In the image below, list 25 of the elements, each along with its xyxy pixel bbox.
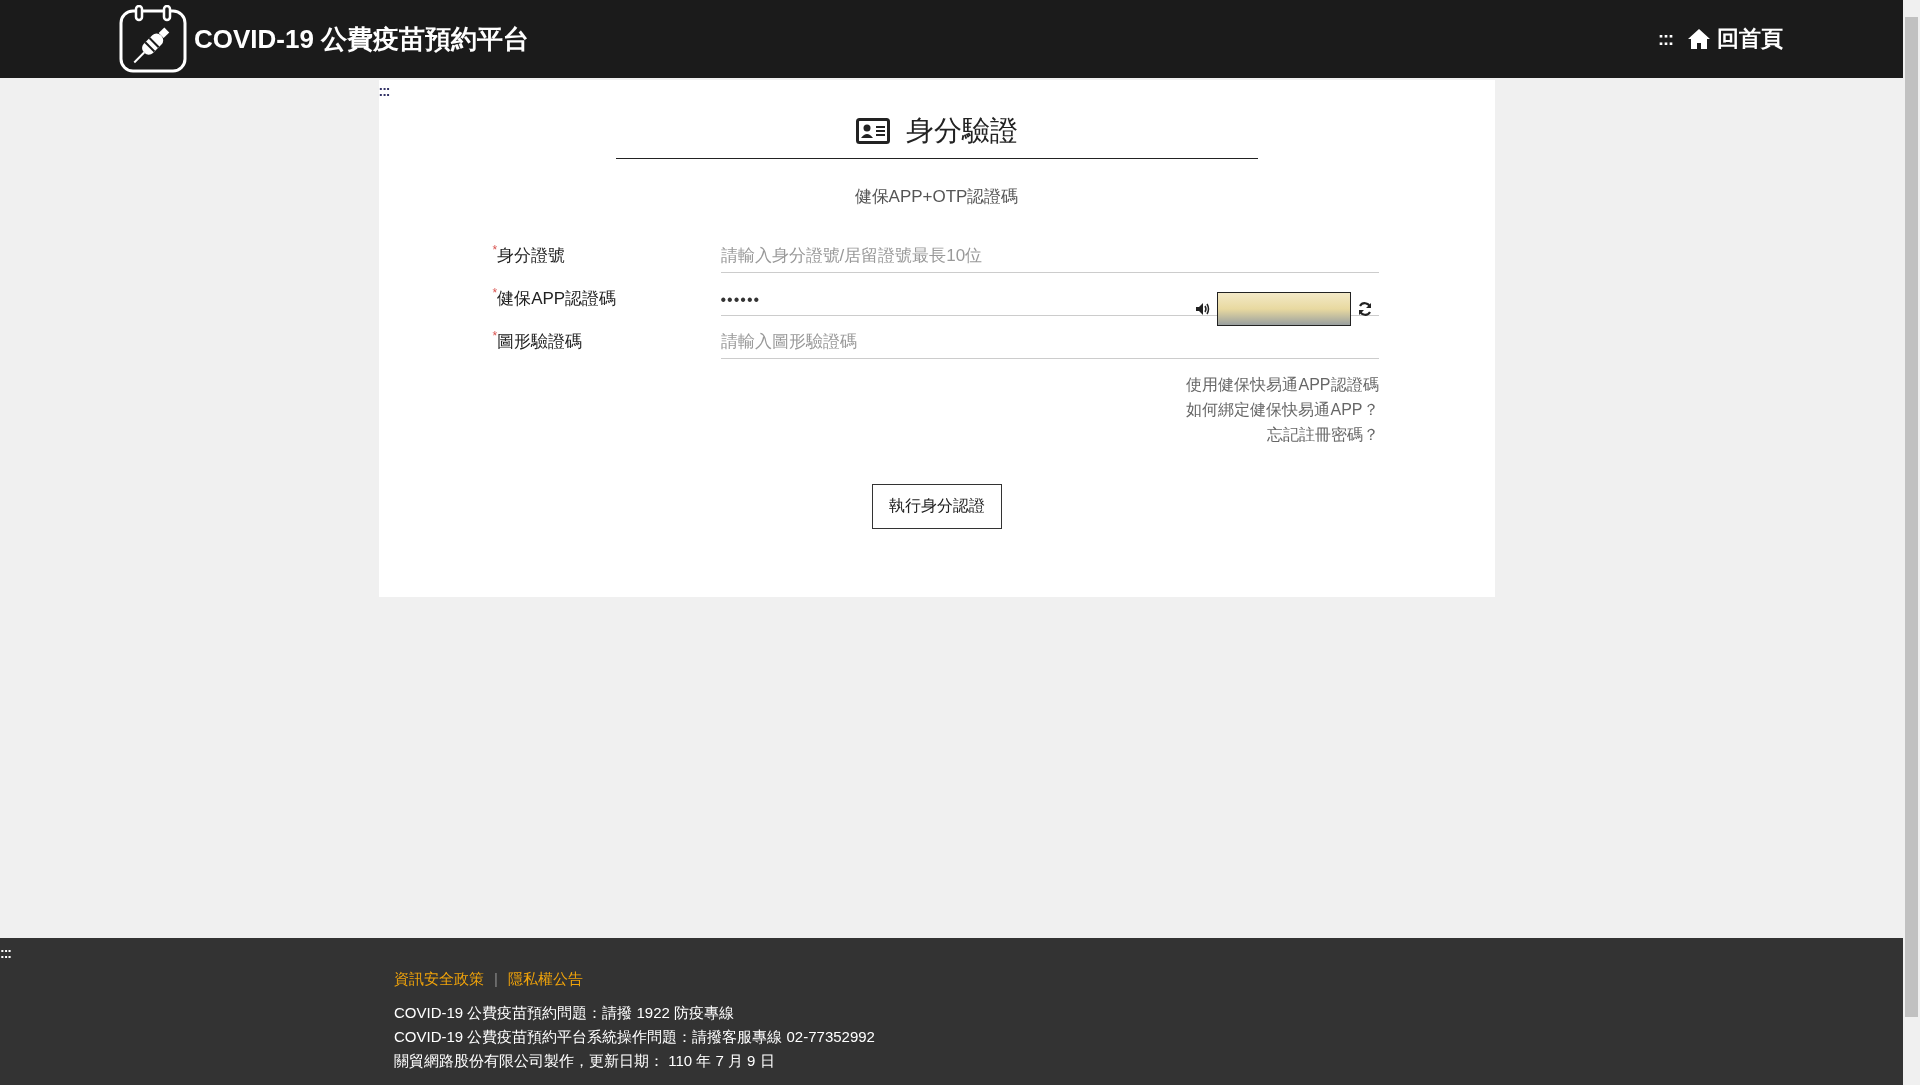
speaker-icon[interactable]: [1194, 302, 1211, 316]
card-subtitle: 健保APP+OTP認證碼: [854, 186, 1019, 208]
syringe-logo-icon: [118, 5, 188, 73]
skip-link[interactable]: :::: [0, 946, 1903, 960]
footer-text: COVID-19 公費疫苗預約平台系統操作問題：請撥客服專線 02-77352992: [394, 1028, 876, 1047]
field-label: $^{*}$健保APP認證碼: [492, 286, 618, 310]
id-card-icon: [855, 118, 890, 144]
footer-link[interactable]: 資訊安全政策: [394, 970, 484, 989]
field-label: $^{*}$身分證號: [492, 243, 567, 267]
site-title: COVID-19 公費疫苗預約平台: [194, 22, 530, 56]
help-link[interactable]: 忘記註冊密碼？: [1266, 425, 1379, 446]
help-link[interactable]: 使用健保快易通APP認證碼: [1186, 375, 1379, 396]
field-label: $^{*}$圖形驗證碼: [492, 329, 584, 353]
home-icon: [1687, 28, 1711, 50]
footer-text: COVID-19 公費疫苗預約問題：請撥 1922 防疫專線: [394, 1004, 736, 1023]
home-link[interactable]: 回首頁: [1687, 24, 1783, 54]
link-separator: |: [494, 970, 498, 989]
submit-button[interactable]: 執行身分認證: [871, 484, 1002, 529]
footer-text: 關貿網路股份有限公司製作，更新日期： 110 年 7 月 9 日: [394, 1052, 776, 1071]
refresh-icon[interactable]: [1356, 301, 1373, 317]
skip-link[interactable]: :::: [1658, 30, 1673, 48]
help-link[interactable]: 如何綁定健保快易通APP？: [1186, 400, 1379, 421]
footer-link[interactable]: 隱私權公告: [507, 970, 583, 989]
skip-link[interactable]: :::: [378, 84, 390, 98]
card-title: 身分驗證: [905, 114, 1018, 148]
